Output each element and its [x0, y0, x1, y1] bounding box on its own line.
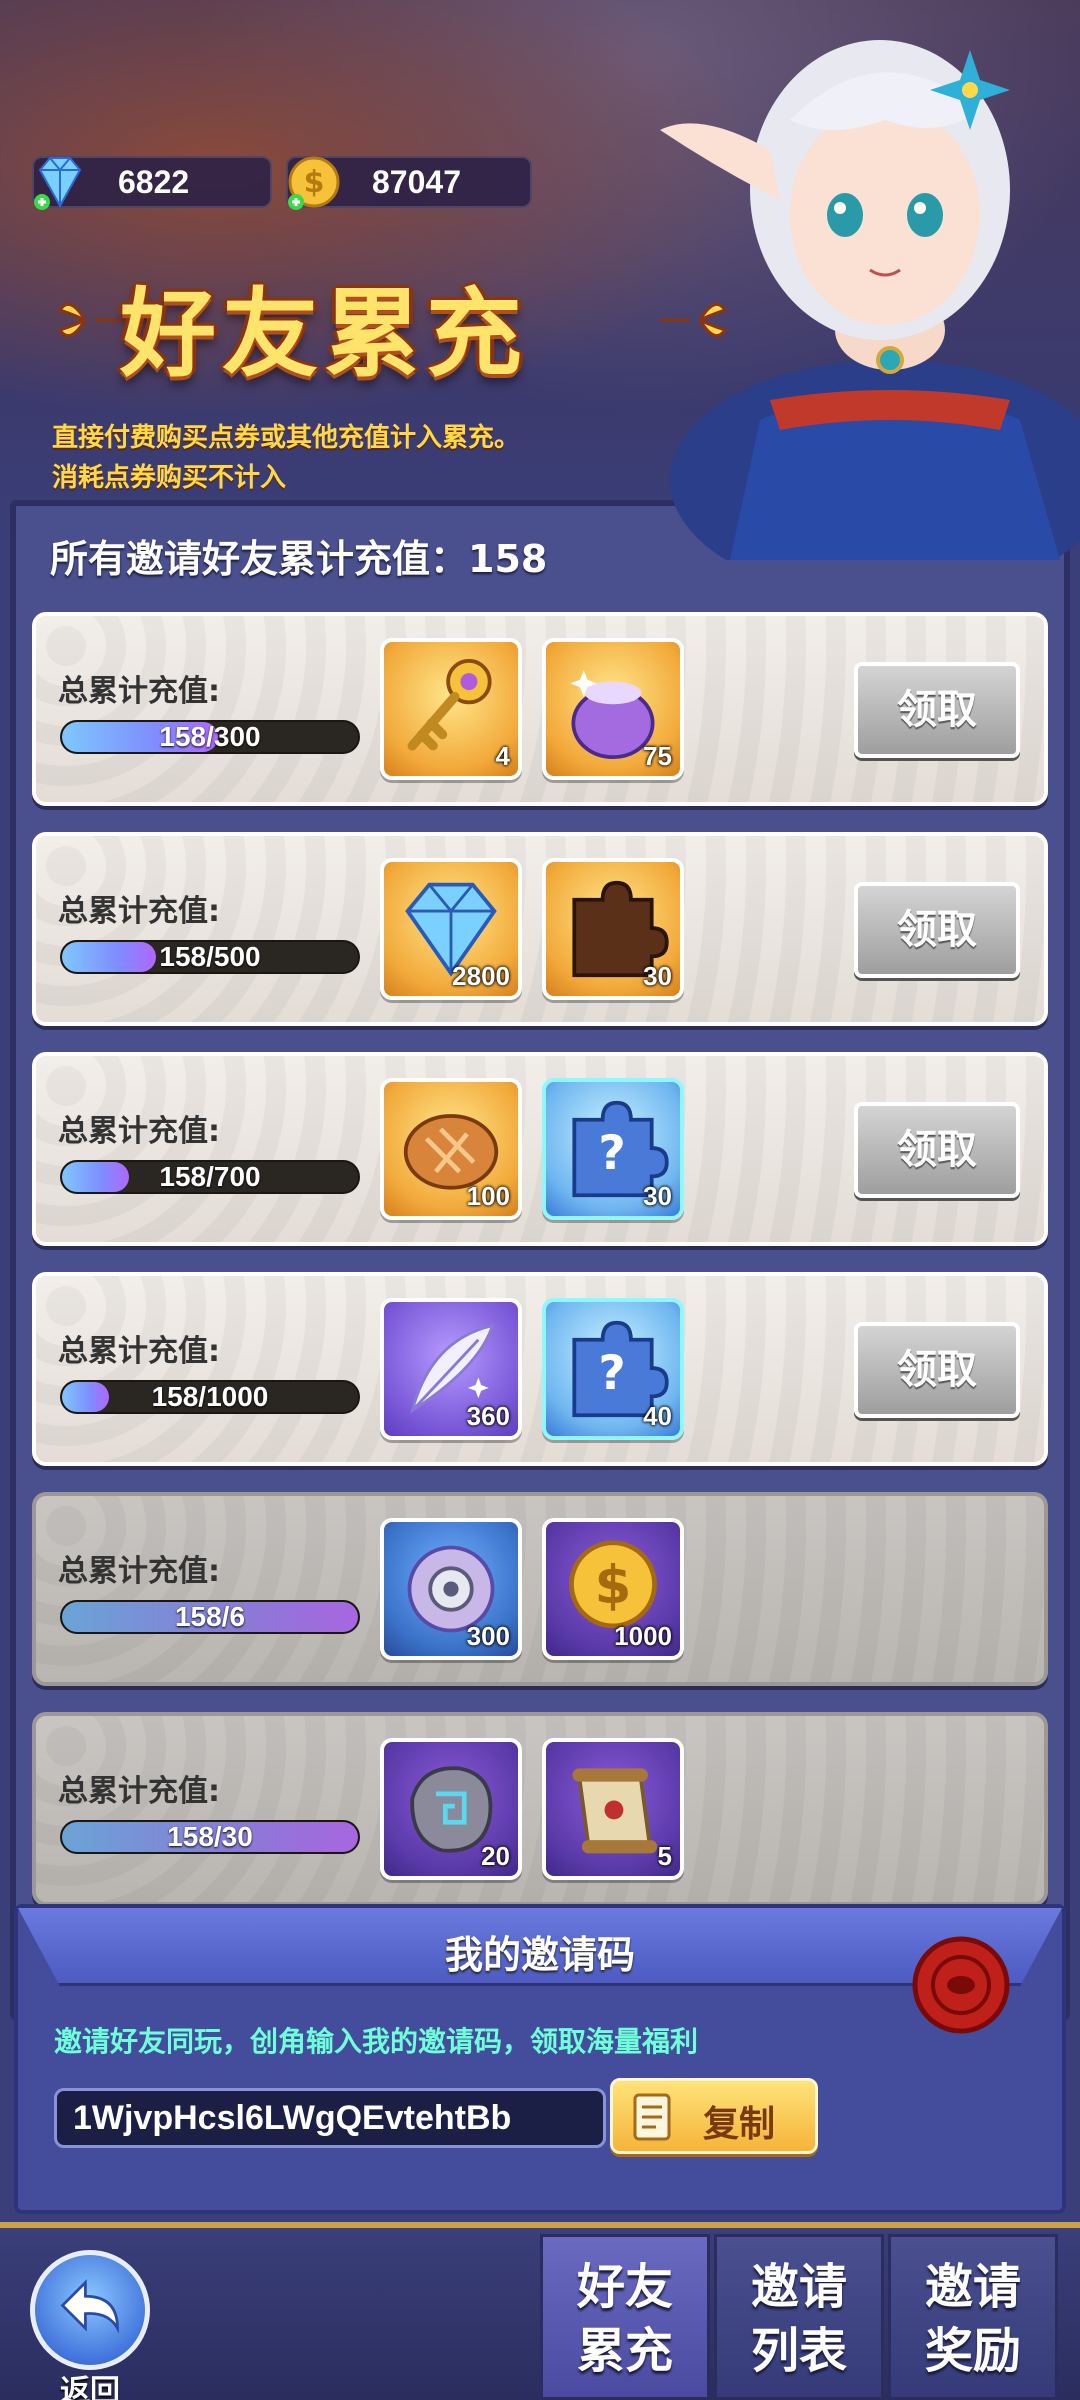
- tab-invite-list[interactable]: 邀请 列表: [714, 2234, 884, 2400]
- progress-text: 158/6: [174, 1601, 246, 1632]
- svg-text:$: $: [304, 165, 325, 200]
- reward-item[interactable]: 2800: [380, 858, 522, 1000]
- elf-character-art: [660, 40, 1080, 560]
- gold-coin-icon: $: [288, 156, 340, 210]
- back-arrow-icon: [30, 2250, 150, 2370]
- item-count: 20: [481, 1841, 510, 1871]
- svg-text:$: $: [595, 1555, 632, 1616]
- svg-text:?: ?: [598, 1346, 625, 1401]
- item-count: 100: [466, 1181, 510, 1211]
- invite-description: 邀请好友同玩，创角输入我的邀请码，领取海量福利: [54, 2025, 699, 2058]
- tab-label-line: 奖励: [924, 2323, 1021, 2379]
- progress-text: 158/300: [159, 721, 261, 752]
- page-description: 直接付费购买点券或其他充值计入累充。 消耗点券购买不计入: [52, 418, 520, 498]
- progress-bar: 158/300: [60, 720, 360, 754]
- tab-label-line: 邀请: [924, 2259, 1021, 2315]
- gold-balance[interactable]: $ 87047: [286, 156, 532, 210]
- diamond-icon: [34, 157, 82, 210]
- reward-row: 总累计充值: 158/300 4 75 领取: [32, 612, 1048, 806]
- page-title: 好友累充: [120, 278, 528, 390]
- item-count: 30: [643, 961, 672, 991]
- reward-item[interactable]: ? 40: [542, 1298, 684, 1440]
- claim-button[interactable]: 领取: [854, 1102, 1020, 1198]
- reward-list[interactable]: 总累计充值: 158/300 4 75 领取 总累计充值: 158/500 28…: [32, 612, 1048, 1932]
- progress-bar: 158/500: [60, 940, 360, 974]
- invite-code-field[interactable]: 1WjvpHcsl6LWgQEvtehtBb: [54, 2088, 606, 2148]
- claim-button[interactable]: 领取: [854, 1322, 1020, 1418]
- progress-bar: 158/700: [60, 1160, 360, 1194]
- svg-text:?: ?: [598, 1126, 625, 1181]
- reward-item[interactable]: 100: [380, 1078, 522, 1220]
- wax-seal-icon: [912, 1936, 1010, 2034]
- claim-button[interactable]: 领取: [854, 662, 1020, 758]
- reward-item[interactable]: 75: [542, 638, 684, 780]
- reward-item[interactable]: 20: [380, 1738, 522, 1880]
- reward-item[interactable]: 300: [380, 1518, 522, 1660]
- reward-row: 总累计充值: 158/30 20 5: [32, 1712, 1048, 1906]
- back-label: 返回: [60, 2374, 120, 2400]
- reward-item[interactable]: ? 30: [542, 1078, 684, 1220]
- row-label: 总累计充值:: [58, 1334, 220, 1369]
- progress-text: 158/500: [159, 941, 261, 972]
- item-count: 300: [466, 1621, 510, 1651]
- description-line: 直接付费购买点券或其他充值计入累充。: [52, 423, 521, 453]
- tab-label-line: 列表: [750, 2323, 847, 2379]
- copy-label: 复制: [703, 2104, 776, 2145]
- invite-code-panel: 我的邀请码 邀请好友同玩，创角输入我的邀请码，领取海量福利 1WjvpHcsl6…: [14, 1904, 1066, 2214]
- total-label: 所有邀请好友累计充值：: [50, 537, 469, 581]
- reward-row: 总累计充值: 158/500 2800 30 领取: [32, 832, 1048, 1026]
- row-label: 总累计充值:: [58, 1554, 220, 1589]
- total-recharge: 所有邀请好友累计充值：158: [50, 528, 547, 583]
- tab-label-line: 累充: [576, 2323, 673, 2379]
- reward-item[interactable]: 4: [380, 638, 522, 780]
- reward-item[interactable]: 5: [542, 1738, 684, 1880]
- row-label: 总累计充值:: [58, 1114, 220, 1149]
- item-count: 1000: [614, 1621, 672, 1651]
- reward-item[interactable]: 360: [380, 1298, 522, 1440]
- item-count: 2800: [452, 961, 510, 991]
- progress-text: 158/700: [159, 1161, 261, 1192]
- fleur-ornament-icon: [660, 302, 728, 338]
- progress-bar: 158/6: [60, 1600, 360, 1634]
- tab-invite-rewards[interactable]: 邀请 奖励: [888, 2234, 1058, 2400]
- diamond-balance[interactable]: 6822: [32, 156, 272, 210]
- row-label: 总累计充值:: [58, 894, 220, 929]
- item-count: 5: [657, 1841, 672, 1871]
- progress-bar: 158/1000: [60, 1380, 360, 1414]
- reward-row: 总累计充值: 158/700 100 ? 30 领取: [32, 1052, 1048, 1246]
- document-icon: [633, 2093, 671, 2141]
- copy-button[interactable]: 复制: [610, 2078, 818, 2154]
- item-count: 4: [495, 741, 510, 771]
- tab-label-line: 邀请: [750, 2259, 847, 2315]
- claim-button[interactable]: 领取: [854, 882, 1020, 978]
- reward-row: 总累计充值: 158/1000 360 ? 40 领取: [32, 1272, 1048, 1466]
- progress-bar: 158/30: [60, 1820, 360, 1854]
- item-count: 30: [643, 1181, 672, 1211]
- reward-item[interactable]: $ 1000: [542, 1518, 684, 1660]
- reward-row: 总累计充值: 158/6 300 $ 1000: [32, 1492, 1048, 1686]
- item-count: 75: [643, 741, 672, 771]
- tab-friend-recharge[interactable]: 好友 累充: [540, 2234, 710, 2400]
- gold-count: 87047: [372, 163, 461, 200]
- diamond-count: 6822: [118, 163, 190, 200]
- row-label: 总累计充值:: [58, 1774, 220, 1809]
- item-count: 360: [466, 1401, 510, 1431]
- row-label: 总累计充值:: [58, 674, 220, 709]
- bottom-navigation: 返回 好友 累充 邀请 列表 邀请 奖励: [0, 2222, 1080, 2400]
- total-value: 158: [468, 537, 548, 581]
- progress-text: 158/1000: [151, 1381, 269, 1412]
- fleur-ornament-icon: [57, 302, 125, 338]
- progress-text: 158/30: [167, 1821, 253, 1852]
- description-line: 消耗点券购买不计入: [52, 463, 287, 493]
- item-count: 40: [643, 1401, 672, 1431]
- tab-label-line: 好友: [576, 2259, 673, 2315]
- back-button[interactable]: 返回: [20, 2250, 160, 2400]
- reward-item[interactable]: 30: [542, 858, 684, 1000]
